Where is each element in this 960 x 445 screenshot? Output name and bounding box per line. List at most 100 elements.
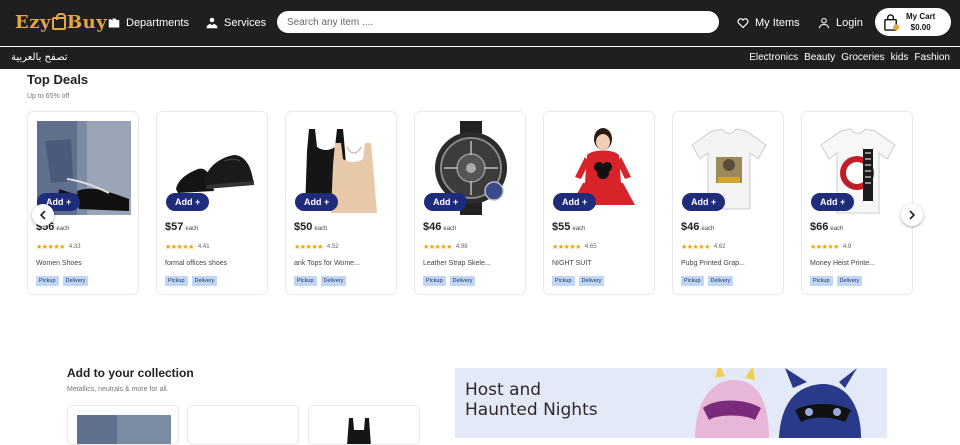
fulfilment-tags: Pickup Delivery xyxy=(165,276,218,286)
add-to-cart-button[interactable]: Add + xyxy=(424,193,468,211)
rating-value: 4.41 xyxy=(197,244,210,250)
collection-card[interactable] xyxy=(308,405,420,445)
product-price: $66 each xyxy=(810,221,843,233)
price-unit: each xyxy=(830,226,844,232)
delivery-badge: Delivery xyxy=(836,276,863,286)
star-rating-icon: ★★★★★ xyxy=(165,244,194,251)
product-name[interactable]: ank Tops for Wome... xyxy=(294,260,360,267)
rating-value: 4.9 xyxy=(842,244,852,250)
category-beauty[interactable]: Beauty xyxy=(804,52,835,63)
product-card[interactable]: Add + $46 each ★★★★★ 4.62 Pubg Printed Gra… xyxy=(672,111,784,295)
price-unit: each xyxy=(56,226,70,232)
product-card[interactable]: Add + $56 each ★★★★★ 4.33 Women Shoes Pick… xyxy=(27,111,139,295)
my-items-label: My Items xyxy=(755,17,800,29)
product-name[interactable]: Women Shoes xyxy=(36,260,82,267)
departments-button[interactable]: Departments xyxy=(108,14,189,32)
product-rating: ★★★★★ 4.52 xyxy=(294,243,339,251)
price-value: $46 xyxy=(681,221,700,233)
delivery-badge: Delivery xyxy=(62,276,89,286)
my-items-button[interactable]: My Items xyxy=(737,14,800,32)
banner-title-line-2: Haunted Nights xyxy=(465,400,598,420)
price-value: $46 xyxy=(423,221,442,233)
heart-icon xyxy=(737,18,749,29)
price-value: $50 xyxy=(294,221,313,233)
promo-banner[interactable]: Host and Haunted Nights xyxy=(455,368,887,438)
star-rating-icon: ★★★★★ xyxy=(36,244,65,251)
login-button[interactable]: Login xyxy=(818,14,863,32)
price-unit: each xyxy=(443,226,457,232)
rating-value: 4.33 xyxy=(68,244,81,250)
delivery-badge: Delivery xyxy=(707,276,734,286)
add-to-cart-button[interactable]: Add + xyxy=(553,193,597,211)
product-price: $46 each xyxy=(423,221,456,233)
pickup-badge: Pickup xyxy=(165,276,188,286)
product-price: $57 each xyxy=(165,221,198,233)
product-name[interactable]: Money Heist Printe... xyxy=(810,260,875,267)
pickup-badge: Pickup xyxy=(810,276,833,286)
chevron-left-icon xyxy=(39,210,46,220)
price-value: $57 xyxy=(165,221,184,233)
logo-text-ezy: Ezy xyxy=(15,11,51,33)
add-to-cart-button[interactable]: Add + xyxy=(295,193,339,211)
collection-subtitle: Metallics, neutrals & more for all. xyxy=(67,386,169,393)
fulfilment-tags: Pickup Delivery xyxy=(810,276,863,286)
rating-value: 4.62 xyxy=(713,244,726,250)
top-deals-title: Top Deals xyxy=(27,72,89,87)
shopping-bag-icon xyxy=(51,12,66,30)
price-unit: each xyxy=(185,226,199,232)
carousel-prev-button[interactable] xyxy=(32,204,54,226)
services-button[interactable]: Services xyxy=(206,14,266,32)
product-card[interactable]: Add + $46 each ★★★★★ 4.98 Leather Strap Sk… xyxy=(414,111,526,295)
services-icon xyxy=(206,17,218,29)
cart-button[interactable]: My Cart $0.00 xyxy=(875,8,951,36)
fulfilment-tags: Pickup Delivery xyxy=(681,276,734,286)
pickup-badge: Pickup xyxy=(294,276,317,286)
collection-tank-top-photo-icon xyxy=(347,418,371,444)
product-card[interactable]: Add + $57 each ★★★★★ 4.41 formal offices s… xyxy=(156,111,268,295)
product-card[interactable]: Add + $50 each ★★★★★ 4.52 ank Tops for Wom… xyxy=(285,111,397,295)
category-groceries[interactable]: Groceries xyxy=(841,52,884,63)
site-logo[interactable]: Ezy Buy xyxy=(15,11,107,33)
price-unit: each xyxy=(572,226,586,232)
pickup-badge: Pickup xyxy=(552,276,575,286)
category-fashion[interactable]: Fashion xyxy=(914,52,950,63)
price-unit: each xyxy=(314,226,328,232)
collection-sandals-photo-icon xyxy=(77,415,171,444)
browse-arabic-link[interactable]: تصفح بالعربية xyxy=(11,52,68,63)
product-name[interactable]: formal offices shoes xyxy=(165,260,227,267)
product-name[interactable]: Pubg Printed Grap... xyxy=(681,260,745,267)
fulfilment-tags: Pickup Delivery xyxy=(36,276,89,286)
product-rating: ★★★★★ 4.98 xyxy=(423,243,468,251)
fulfilment-tags: Pickup Delivery xyxy=(423,276,476,286)
category-kids[interactable]: kids xyxy=(891,52,909,63)
product-card[interactable]: Add + $55 each ★★★★★ 4.65 NIGHT SUIT Picku… xyxy=(543,111,655,295)
price-unit: each xyxy=(701,226,715,232)
add-to-cart-button[interactable]: Add + xyxy=(811,193,855,211)
logo-text-buy: Buy xyxy=(66,11,108,33)
collection-card[interactable] xyxy=(67,405,179,445)
star-rating-icon: ★★★★★ xyxy=(681,244,710,251)
product-name[interactable]: NIGHT SUIT xyxy=(552,260,592,267)
login-label: Login xyxy=(836,17,863,29)
collection-card[interactable] xyxy=(187,405,299,445)
product-name[interactable]: Leather Strap Skele... xyxy=(423,260,491,267)
star-rating-icon: ★★★★★ xyxy=(294,244,323,251)
category-nav: تصفح بالعربية Electronics Beauty Groceri… xyxy=(0,47,960,69)
carousel-next-button[interactable] xyxy=(901,204,923,226)
delivery-badge: Delivery xyxy=(449,276,476,286)
price-value: $66 xyxy=(810,221,829,233)
product-rating: ★★★★★ 4.62 xyxy=(681,243,726,251)
product-rating: ★★★★★ 4.41 xyxy=(165,243,210,251)
add-to-cart-button[interactable]: Add + xyxy=(166,193,210,211)
category-electronics[interactable]: Electronics xyxy=(749,52,798,63)
cart-bag-icon xyxy=(884,13,900,31)
cart-total: $0.00 xyxy=(910,23,931,32)
fulfilment-tags: Pickup Delivery xyxy=(294,276,347,286)
pickup-badge: Pickup xyxy=(36,276,59,286)
delivery-badge: Delivery xyxy=(191,276,218,286)
add-to-cart-button[interactable]: Add + xyxy=(682,193,726,211)
star-rating-icon: ★★★★★ xyxy=(423,244,452,251)
product-card[interactable]: Add + $66 each ★★★★★ 4.9 Money Heist Print… xyxy=(801,111,913,295)
pickup-badge: Pickup xyxy=(681,276,704,286)
search-input[interactable] xyxy=(277,11,719,33)
